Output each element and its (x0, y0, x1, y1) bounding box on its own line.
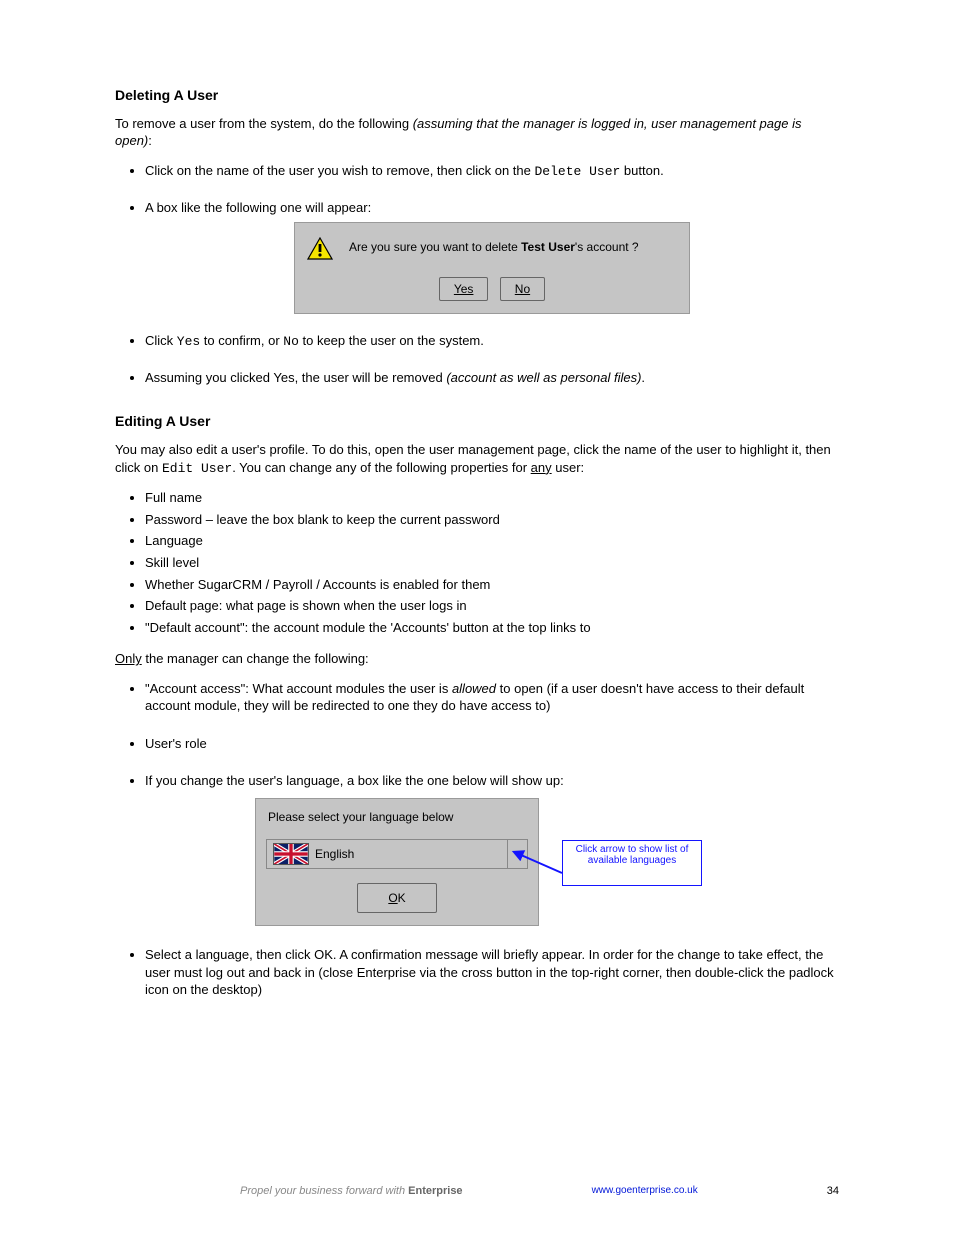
manager-only-intro: Only the manager can change the followin… (115, 650, 839, 668)
list-item: A box like the following one will appear… (145, 199, 839, 315)
page-footer: Propel your business forward with Enterp… (0, 1184, 954, 1199)
text: "Account access": What account modules t… (145, 681, 452, 696)
list-item: Full name (145, 489, 839, 507)
button-name: Delete User (534, 164, 620, 179)
yes-button[interactable]: Yes (439, 277, 489, 301)
yes-button-label: Yes (454, 282, 474, 296)
flag-uk-icon (273, 843, 309, 865)
text: : (148, 133, 152, 148)
button-name: Yes (177, 334, 200, 349)
list-item: Password – leave the box blank to keep t… (145, 511, 839, 529)
text: button. (620, 163, 663, 178)
text: to keep the user on the system. (299, 333, 484, 348)
section-heading-delete: Deleting A User (115, 86, 839, 105)
callout-box: Click arrow to show list of available la… (562, 840, 702, 886)
list-item: Assuming you clicked Yes, the user will … (145, 369, 839, 387)
text-italic: (account as well as personal files) (446, 370, 641, 385)
list-item: Click Yes to confirm, or No to keep the … (145, 332, 839, 351)
list-item: If you change the user's language, a box… (145, 772, 839, 926)
warning-icon (307, 237, 333, 261)
no-button[interactable]: No (500, 277, 545, 301)
confirm-delete-dialog: Are you sure you want to delete Test Use… (294, 222, 690, 314)
list-item: Click on the name of the user you wish t… (145, 162, 839, 181)
list-item: User's role (145, 735, 839, 753)
properties-list: Full name Password – leave the box blank… (115, 489, 839, 636)
chevron-down-icon[interactable] (507, 840, 527, 868)
text: Click on the name of the user you wish t… (145, 163, 534, 178)
button-name: No (283, 334, 299, 349)
text: . You can change any of the following pr… (232, 460, 530, 475)
dialog-message: Are you sure you want to delete Test Use… (349, 237, 639, 255)
text: Assuming you clicked Yes, the user will … (145, 370, 446, 385)
text: 's account ? (575, 240, 639, 254)
ok-button-rest: K (398, 891, 406, 905)
text: . (641, 370, 645, 385)
text: user: (552, 460, 585, 475)
text: to confirm, or (200, 333, 283, 348)
page-number: 34 (827, 1184, 839, 1199)
footer-brand: Propel your business forward with Enterp… (240, 1184, 463, 1199)
edit-intro: You may also edit a user's profile. To d… (115, 441, 839, 477)
list-item: Skill level (145, 554, 839, 572)
list-item: Select a language, then click OK. A conf… (145, 946, 839, 999)
text: A box like the following one will appear… (145, 200, 371, 215)
list-item: Default page: what page is shown when th… (145, 597, 839, 615)
footer-brand-name: Enterprise (408, 1185, 462, 1197)
text: If you change the user's language, a box… (145, 773, 564, 788)
dialog-user-name: Test User (521, 240, 575, 254)
text-italic: allowed (452, 681, 500, 696)
text-underline: any (531, 460, 552, 475)
language-dropdown-value: English (315, 846, 354, 862)
footer-link[interactable]: www.goenterprise.co.uk (592, 1184, 698, 1199)
language-dropdown[interactable]: English (266, 839, 528, 869)
section-heading-edit: Editing A User (115, 412, 839, 431)
list-item: Whether SugarCRM / Payroll / Accounts is… (145, 576, 839, 594)
ok-button[interactable]: OK (357, 883, 436, 913)
text: Are you sure you want to delete (349, 240, 521, 254)
list-item: Language (145, 532, 839, 550)
text: Propel your business forward with (240, 1185, 408, 1197)
list-item: "Default account": the account module th… (145, 619, 839, 637)
manager-properties-list: "Account access": What account modules t… (115, 680, 839, 999)
text: To remove a user from the system, do the… (115, 116, 413, 131)
text: the manager can change the following: (142, 651, 369, 666)
button-name: Edit User (162, 461, 232, 476)
ok-button-mnemonic: O (388, 891, 397, 905)
text: Click (145, 333, 177, 348)
language-select-dialog: Please select your language below (255, 798, 539, 926)
no-button-label: No (515, 282, 530, 296)
dialog-title: Please select your language below (268, 809, 528, 825)
delete-intro: To remove a user from the system, do the… (115, 115, 839, 150)
text-underline: Only (115, 651, 142, 666)
list-item: "Account access": What account modules t… (145, 680, 839, 715)
